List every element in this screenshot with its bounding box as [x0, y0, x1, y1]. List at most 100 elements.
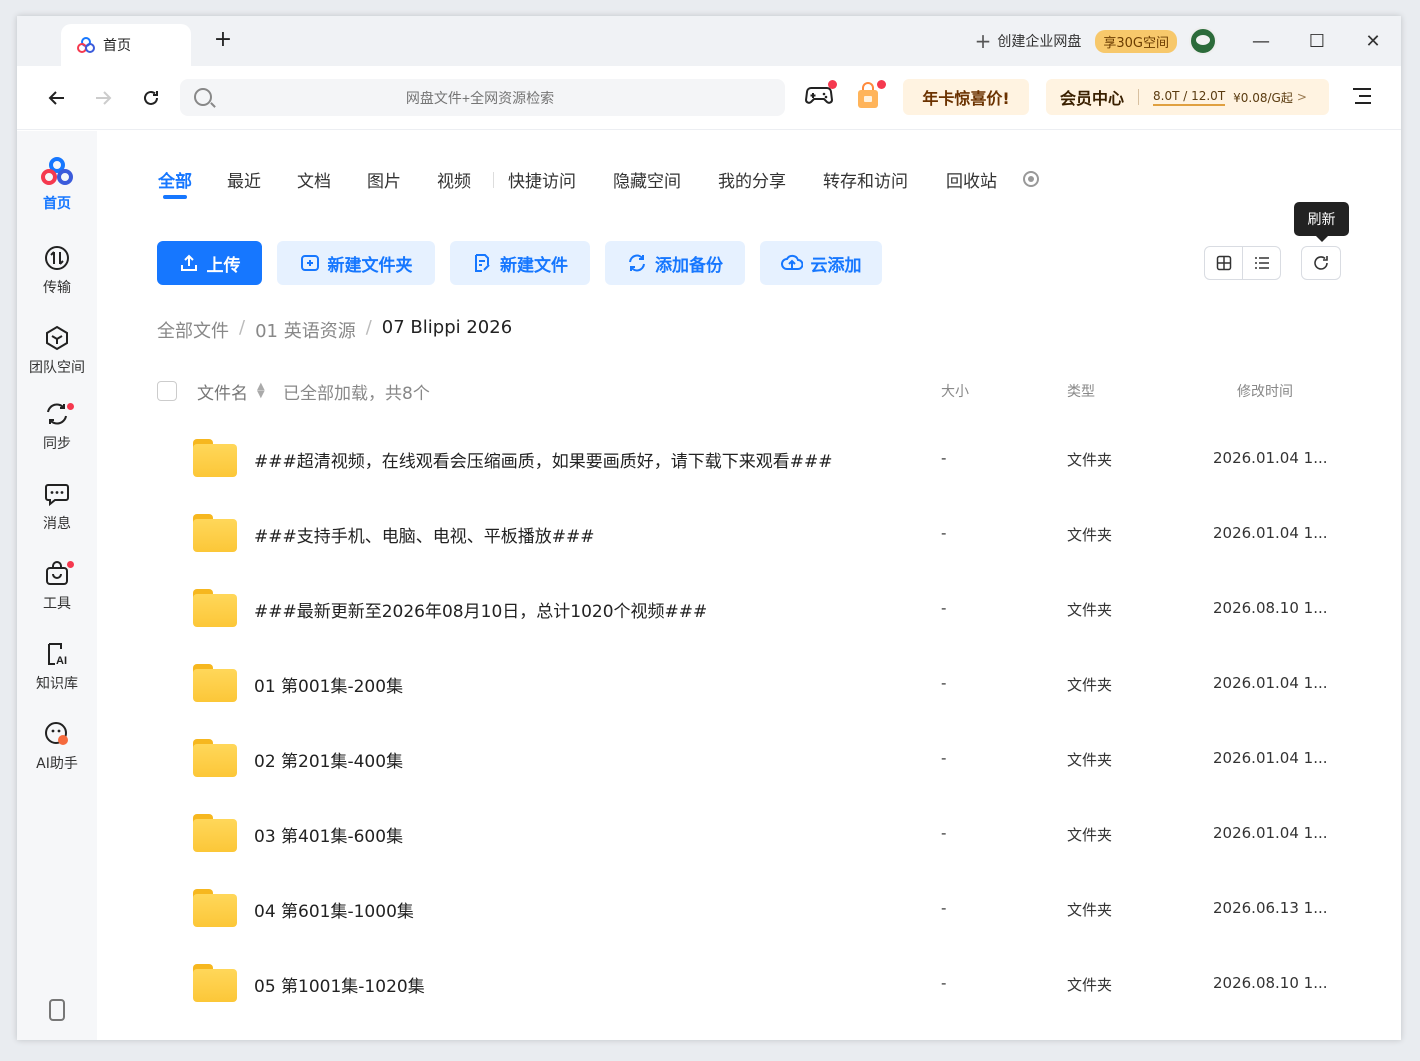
- tab-quick-access[interactable]: 快捷访问: [508, 167, 576, 192]
- sidebar-item-label: 工具: [43, 596, 71, 612]
- storage-badge[interactable]: 享30G空间: [1095, 29, 1177, 53]
- new-folder-button[interactable]: 新建文件夹: [277, 241, 435, 285]
- column-type-header[interactable]: 类型: [1067, 381, 1095, 401]
- tab-all[interactable]: 全部: [158, 167, 192, 192]
- add-backup-button[interactable]: 添加备份: [605, 241, 745, 285]
- back-button[interactable]: [43, 84, 71, 112]
- divider: [1138, 89, 1140, 105]
- tab-my-shares[interactable]: 我的分享: [718, 167, 786, 192]
- grid-view-button[interactable]: [1205, 247, 1243, 279]
- avatar[interactable]: [1189, 27, 1217, 55]
- search-bar[interactable]: [180, 79, 785, 116]
- phone-icon[interactable]: [49, 999, 65, 1021]
- table-row[interactable]: 04 第601集-1000集 - 文件夹 2026.06.13 1...: [157, 873, 1357, 948]
- menu-line: [1355, 102, 1371, 104]
- notification-dot: [67, 403, 74, 410]
- column-size-header[interactable]: 大小: [941, 381, 969, 401]
- add-backup-label: 添加备份: [655, 255, 723, 276]
- new-tab-button[interactable]: +: [211, 28, 235, 52]
- toolbar: 年卡惊喜价! 会员中心 8.0T / 12.0T ¥0.08/G起 >: [17, 66, 1401, 130]
- forward-button[interactable]: [89, 84, 117, 112]
- file-name[interactable]: ###超清视频，在线观看会压缩画质，如果要画质好，请下载下来观看###: [254, 447, 832, 472]
- sidebar-item-home[interactable]: 首页: [17, 157, 97, 213]
- transfer-icon: [45, 246, 69, 270]
- column-time-header[interactable]: 修改时间: [1237, 381, 1293, 401]
- new-folder-icon: [300, 255, 319, 271]
- sidebar-item-messages[interactable]: 消息: [17, 481, 97, 533]
- file-name[interactable]: 03 第401集-600集: [254, 822, 403, 847]
- folder-icon: [193, 664, 237, 702]
- tab-transfer-visit[interactable]: 转存和访问: [823, 167, 908, 192]
- tab-images[interactable]: 图片: [367, 167, 401, 192]
- select-all-checkbox[interactable]: [157, 381, 177, 401]
- file-name[interactable]: 05 第1001集-1020集: [254, 972, 425, 997]
- table-row[interactable]: 03 第401集-600集 - 文件夹 2026.01.04 1...: [157, 798, 1357, 873]
- forward-arrow-icon: [96, 91, 112, 105]
- sidebar-item-knowledge-base[interactable]: AI 知识库: [17, 641, 97, 693]
- folder-icon: [193, 814, 237, 852]
- svg-text:AI: AI: [56, 655, 67, 667]
- refresh-button[interactable]: [1301, 246, 1341, 280]
- breadcrumb-separator: /: [239, 317, 246, 338]
- vip-center[interactable]: 会员中心 8.0T / 12.0T ¥0.08/G起 >: [1046, 79, 1329, 115]
- table-row[interactable]: 01 第001集-200集 - 文件夹 2026.01.04 1...: [157, 648, 1357, 723]
- file-name[interactable]: 02 第201集-400集: [254, 747, 403, 772]
- team-space-icon: [46, 325, 68, 351]
- reload-button[interactable]: [137, 84, 165, 112]
- back-arrow-icon: [48, 91, 64, 105]
- table-row[interactable]: ###支持手机、电脑、电视、平板播放### - 文件夹 2026.01.04 1…: [157, 498, 1357, 573]
- file-type: 文件夹: [1067, 451, 1113, 469]
- storage-quota: 8.0T / 12.0T: [1153, 89, 1226, 106]
- file-name[interactable]: ###最新更新至2026年08月10日，总计1020个视频###: [254, 597, 707, 622]
- create-enterprise-button[interactable]: + 创建企业网盘: [975, 31, 1082, 51]
- sort-icon[interactable]: ▲ ▼: [257, 382, 265, 400]
- maximize-button[interactable]: ☐: [1289, 16, 1345, 66]
- table-row[interactable]: 02 第201集-400集 - 文件夹 2026.01.04 1...: [157, 723, 1357, 798]
- sidebar-item-transfer[interactable]: 传输: [17, 245, 97, 297]
- breadcrumb-item[interactable]: 01 英语资源: [255, 317, 356, 343]
- menu-button[interactable]: [1353, 88, 1371, 109]
- file-size: -: [941, 974, 947, 992]
- file-name[interactable]: ###支持手机、电脑、电视、平板播放###: [254, 522, 594, 547]
- search-input[interactable]: [220, 79, 740, 116]
- tab-documents[interactable]: 文档: [297, 167, 331, 192]
- gift-bag-button[interactable]: [855, 80, 886, 112]
- tab-home[interactable]: 首页: [61, 24, 191, 66]
- table-row[interactable]: ###超清视频，在线观看会压缩画质，如果要画质好，请下载下来观看### - 文件…: [157, 423, 1357, 498]
- file-name[interactable]: 04 第601集-1000集: [254, 897, 414, 922]
- create-enterprise-label: 创建企业网盘: [997, 34, 1082, 50]
- new-file-button[interactable]: 新建文件: [450, 241, 590, 285]
- file-type: 文件夹: [1067, 601, 1113, 619]
- knowledge-base-icon: AI: [48, 643, 67, 667]
- folder-icon: [193, 964, 237, 1002]
- minimize-button[interactable]: —: [1233, 16, 1289, 66]
- tab-recent[interactable]: 最近: [227, 167, 261, 192]
- file-type: 文件夹: [1067, 901, 1113, 919]
- table-row[interactable]: ###最新更新至2026年08月10日，总计1020个视频### - 文件夹 2…: [157, 573, 1357, 648]
- upload-button[interactable]: 上传: [157, 241, 262, 285]
- menu-line: [1359, 95, 1371, 97]
- tab-divider: [493, 172, 494, 188]
- column-name-header[interactable]: 文件名: [197, 379, 248, 404]
- sidebar-item-team-space[interactable]: 团队空间: [17, 325, 97, 377]
- sidebar-item-ai-assistant[interactable]: AI助手: [17, 721, 97, 773]
- list-view-button[interactable]: [1243, 247, 1280, 279]
- file-type: 文件夹: [1067, 526, 1113, 544]
- file-size: -: [941, 599, 947, 617]
- sidebar-item-sync[interactable]: 同步: [17, 401, 97, 453]
- sidebar-item-tools[interactable]: 工具: [17, 561, 97, 613]
- promo-banner[interactable]: 年卡惊喜价!: [903, 79, 1029, 115]
- table-row[interactable]: 05 第1001集-1020集 - 文件夹 2026.08.10 1...: [157, 948, 1357, 1023]
- tab-videos[interactable]: 视频: [437, 167, 471, 192]
- reload-icon: [144, 90, 158, 105]
- cloud-add-button[interactable]: 云添加: [760, 241, 882, 285]
- file-name[interactable]: 01 第001集-200集: [254, 672, 403, 697]
- sidebar-item-label: 知识库: [36, 676, 78, 692]
- game-button[interactable]: [804, 80, 837, 112]
- tab-recycle-bin[interactable]: 回收站: [946, 167, 997, 192]
- tab-hidden-space[interactable]: 隐藏空间: [613, 167, 681, 192]
- breadcrumb-item[interactable]: 全部文件: [157, 317, 229, 343]
- file-size: -: [941, 674, 947, 692]
- close-button[interactable]: ✕: [1345, 16, 1401, 66]
- settings-icon[interactable]: [1023, 171, 1039, 187]
